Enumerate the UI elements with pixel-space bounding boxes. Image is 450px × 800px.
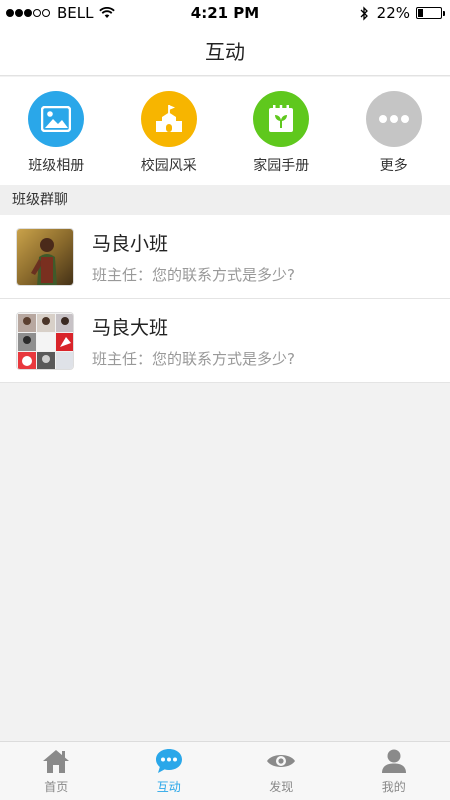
quick-action-label: 家园手册 — [253, 158, 310, 174]
quick-action-home-handbook[interactable]: 家园手册 — [225, 77, 338, 185]
battery-percent: 22% — [376, 4, 410, 22]
quick-action-label: 更多 — [379, 158, 408, 174]
quick-action-label: 班级相册 — [28, 158, 85, 174]
tab-label: 首页 — [44, 780, 69, 794]
tab-label: 我的 — [381, 780, 406, 794]
battery-icon — [416, 7, 445, 19]
eye-icon — [267, 755, 296, 767]
tab-home[interactable]: 首页 — [0, 742, 113, 800]
page-title: 互动 — [205, 40, 245, 64]
chat-icon — [155, 749, 182, 773]
quick-action-class-album[interactable]: 班级相册 — [0, 77, 113, 185]
chat-preview: 班主任：您的联系方式是多少? — [92, 265, 295, 284]
group-avatar — [16, 311, 74, 370]
chat-name: 马良大班 — [92, 316, 169, 339]
chat-name: 马良小班 — [92, 232, 169, 255]
photo-album-icon — [28, 91, 85, 147]
quick-action-more[interactable]: 更多 — [338, 77, 450, 185]
chat-item[interactable]: 马良大班 班主任：您的联系方式是多少? — [0, 299, 450, 383]
tab-bar: 首页 互动 发现 我的 — [0, 741, 450, 800]
tab-discover[interactable]: 发现 — [225, 742, 338, 800]
chat-item[interactable]: 马良小班 班主任：您的联系方式是多少? — [0, 215, 450, 299]
quick-actions: 班级相册 校园风采 家园手册 更多 — [0, 77, 450, 185]
tab-me[interactable]: 我的 — [338, 742, 450, 800]
chat-preview: 班主任：您的联系方式是多少? — [92, 349, 295, 368]
home-icon — [43, 750, 70, 773]
quick-action-campus-style[interactable]: 校园风采 — [113, 77, 226, 185]
section-header: 班级群聊 — [0, 185, 450, 215]
chat-list: 马良小班 班主任：您的联系方式是多少? 马良大班 班主任：您的联系方式是多少? — [0, 215, 450, 383]
user-icon — [381, 749, 406, 773]
handbook-icon — [253, 91, 310, 147]
bluetooth-icon — [360, 5, 368, 21]
quick-action-label: 校园风采 — [140, 158, 197, 174]
school-icon — [140, 91, 197, 147]
tab-label: 互动 — [156, 780, 181, 794]
group-avatar — [16, 227, 74, 286]
status-bar: BELL 4:21 PM 22% — [0, 0, 450, 26]
more-icon — [365, 91, 422, 147]
tab-label: 发现 — [269, 780, 294, 794]
tab-interaction[interactable]: 互动 — [113, 742, 226, 800]
nav-bar: 互动 — [0, 26, 450, 76]
